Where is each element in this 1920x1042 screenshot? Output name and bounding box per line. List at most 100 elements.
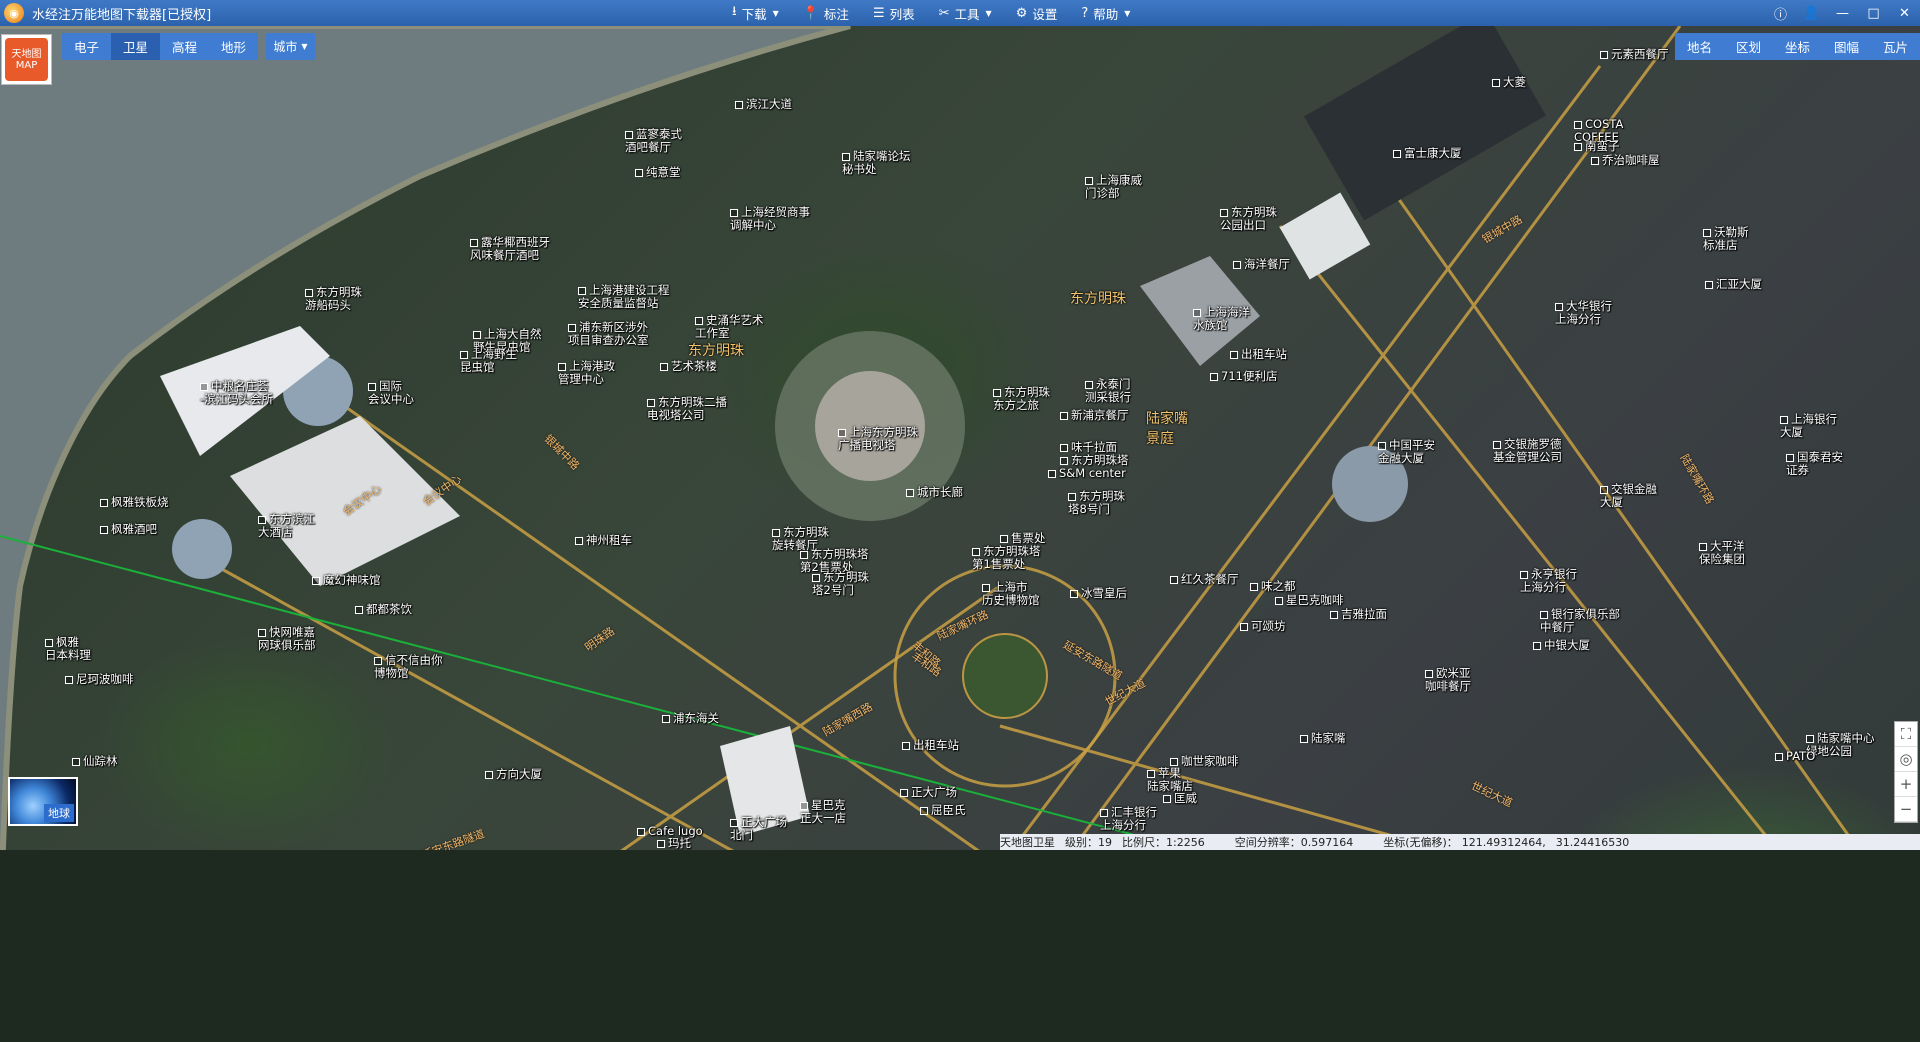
poi-label[interactable]: 陆家嘴 — [1300, 732, 1346, 745]
poi-label[interactable]: 永泰门 测采银行 — [1085, 378, 1131, 404]
poi-label[interactable]: 711便利店 — [1210, 370, 1277, 383]
map-type-button[interactable]: 卫星 — [111, 33, 160, 60]
poi-label[interactable]: 玛托 — [657, 837, 691, 850]
menu-item-3[interactable]: ✂ 工具 ▼ — [927, 0, 1004, 26]
poi-label[interactable]: 蓝寥泰式 酒吧餐厅 — [625, 128, 682, 154]
close-icon[interactable]: ✕ — [1889, 0, 1920, 26]
poi-label[interactable]: 味之都 — [1250, 580, 1296, 593]
poi-label[interactable]: 陆家嘴论坛 秘书处 — [842, 150, 911, 176]
poi-label[interactable]: 红久茶餐厅 — [1170, 573, 1239, 586]
poi-label[interactable]: 中银大厦 — [1533, 639, 1590, 652]
poi-label[interactable]: 汇亚大厦 — [1705, 278, 1762, 291]
poi-label[interactable]: 东方明珠 塔8号门 — [1068, 490, 1125, 516]
info-icon[interactable]: ⓘ — [1765, 0, 1796, 26]
poi-label[interactable]: 正大广场 — [900, 786, 957, 799]
poi-label[interactable]: 快网唯嘉 网球俱乐部 — [258, 626, 316, 652]
poi-label[interactable]: 东方明珠 游船码头 — [305, 286, 362, 312]
poi-label[interactable]: 南蛮子 — [1574, 140, 1620, 153]
poi-label[interactable]: 中国平安 金融大厦 — [1378, 439, 1435, 465]
poi-label[interactable]: 枫雅铁板烧 — [100, 496, 169, 509]
poi-label[interactable]: 信不信由你 博物馆 — [374, 654, 443, 680]
poi-label[interactable]: 屈臣氏 — [920, 804, 966, 817]
poi-label[interactable]: 上海银行 大厦 — [1780, 413, 1837, 439]
poi-label[interactable]: 露华椰西班牙 风味餐厅酒吧 — [470, 236, 550, 262]
zoom-out-button[interactable]: − — [1895, 797, 1917, 822]
poi-label[interactable]: 上海经贸商事 调解中心 — [730, 206, 810, 232]
poi-label[interactable]: 海洋餐厅 — [1233, 258, 1290, 271]
poi-label[interactable]: 正大广场 北门 — [730, 816, 787, 842]
poi-label[interactable]: 东方明珠 东方之旅 — [993, 386, 1050, 412]
poi-label[interactable]: 艺术茶楼 — [660, 360, 717, 373]
poi-label[interactable]: 富士康大厦 — [1393, 147, 1462, 160]
map-tool-button[interactable]: 瓦片 — [1871, 33, 1920, 60]
poi-label[interactable]: 欧米亚 咖啡餐厅 — [1425, 667, 1471, 693]
map-type-button[interactable]: 地形 — [209, 33, 258, 60]
poi-label[interactable]: 乔治咖啡屋 — [1591, 154, 1660, 167]
poi-label[interactable]: 苹果 陆家嘴店 — [1147, 767, 1193, 793]
map-type-button[interactable]: 电子 — [62, 33, 111, 60]
poi-label[interactable]: 新浦京餐厅 — [1060, 409, 1129, 422]
poi-label[interactable]: 吉雅拉面 — [1330, 608, 1387, 621]
poi-label[interactable]: S&M center — [1048, 467, 1126, 480]
fullscreen-icon[interactable]: ⛶ — [1895, 722, 1917, 747]
poi-label[interactable]: 浦东新区涉外 项目审查办公室 — [568, 321, 649, 347]
poi-label[interactable]: 都都茶饮 — [355, 603, 412, 616]
poi-label[interactable]: 出租车站 — [902, 739, 959, 752]
map-tool-button[interactable]: 区划 — [1724, 33, 1773, 60]
menu-item-0[interactable]: ⭳ 下载 ▼ — [720, 0, 791, 26]
poi-label[interactable]: 东方明珠塔 第1售票处 — [972, 545, 1041, 571]
poi-label[interactable]: 尼珂波咖啡 — [65, 673, 134, 686]
poi-label[interactable]: 交银金融 大厦 — [1600, 483, 1657, 509]
zoom-in-button[interactable]: + — [1895, 772, 1917, 797]
menu-item-4[interactable]: ⚙ 设置 — [1004, 0, 1070, 26]
menu-item-1[interactable]: 📍 标注 — [791, 0, 861, 26]
poi-label[interactable]: 浦东海关 — [662, 712, 719, 725]
poi-label[interactable]: 史涌华艺术 工作室 — [695, 314, 764, 340]
poi-label[interactable]: 大华银行 上海分行 — [1555, 300, 1612, 326]
poi-label[interactable]: 匡威 — [1163, 792, 1197, 805]
poi-label[interactable]: 永亨银行 上海分行 — [1520, 568, 1577, 594]
poi-label[interactable]: 大平洋 保险集团 — [1699, 540, 1745, 566]
poi-label[interactable]: 纯意堂 — [635, 166, 681, 179]
poi-label[interactable]: 国泰君安 证券 — [1786, 451, 1843, 477]
poi-label[interactable]: 银行家俱乐部 中餐厅 — [1540, 608, 1620, 634]
poi-label[interactable]: 沃勒斯 标准店 — [1703, 226, 1749, 252]
poi-label[interactable]: 上海海洋 水族馆 — [1193, 306, 1250, 332]
poi-label[interactable]: 大菱 — [1492, 76, 1526, 89]
map-tool-button[interactable]: 图幅 — [1822, 33, 1871, 60]
poi-label[interactable]: 仙踪林 — [72, 755, 118, 768]
minimize-icon[interactable]: — — [1827, 0, 1858, 26]
poi-label[interactable]: 枫雅酒吧 — [100, 523, 157, 536]
earth-view-toggle[interactable]: 地球 — [8, 777, 78, 826]
poi-label[interactable]: 交银施罗德 基金管理公司 — [1493, 438, 1562, 464]
poi-label[interactable]: 上海港政 管理中心 — [558, 360, 615, 386]
poi-label[interactable]: 陆家嘴中心 绿地公园 — [1806, 732, 1875, 758]
poi-label[interactable]: 上海港建设工程 安全质量监督站 — [578, 284, 670, 310]
poi-label[interactable]: 上海野生 昆虫馆 — [460, 348, 517, 374]
poi-label[interactable]: 东方明珠 公园出口 — [1220, 206, 1277, 232]
poi-label[interactable]: 滨江大道 — [735, 98, 792, 111]
map-tool-button[interactable]: 坐标 — [1773, 33, 1822, 60]
menu-item-5[interactable]: ? 帮助 ▼ — [1069, 0, 1142, 26]
poi-label[interactable]: PATO — [1775, 750, 1815, 763]
poi-label[interactable]: 魔幻神味馆 — [312, 574, 381, 587]
poi-label[interactable]: 方向大厦 — [485, 768, 542, 781]
user-icon[interactable]: 👤 — [1796, 0, 1827, 26]
poi-label[interactable]: 东方滨江 大酒店 — [258, 513, 315, 539]
poi-label[interactable]: 枫雅 日本料理 — [45, 636, 91, 662]
maximize-icon[interactable]: □ — [1858, 0, 1889, 26]
poi-label[interactable]: 城市长廊 — [906, 486, 963, 499]
poi-label[interactable]: 出租车站 — [1230, 348, 1287, 361]
poi-label[interactable]: 冰雪皇后 — [1070, 587, 1127, 600]
map-type-button[interactable]: 高程 — [160, 33, 209, 60]
poi-label[interactable]: 上海市 历史博物馆 — [982, 581, 1040, 607]
poi-label[interactable]: 上海东方明珠 广播电视塔 — [838, 426, 918, 452]
poi-label[interactable]: 星巴克咖啡 — [1275, 594, 1344, 607]
poi-label[interactable]: 可颂坊 — [1240, 620, 1286, 633]
map-tool-button[interactable]: 地名 — [1675, 33, 1724, 60]
menu-item-2[interactable]: ☰ 列表 — [861, 0, 927, 26]
city-dropdown[interactable]: 城市 ▼ — [266, 33, 315, 60]
poi-label[interactable]: 上海康威 门诊部 — [1085, 174, 1142, 200]
poi-label[interactable]: 汇丰银行 上海分行 — [1100, 806, 1157, 832]
poi-label[interactable]: 神州租车 — [575, 534, 632, 547]
